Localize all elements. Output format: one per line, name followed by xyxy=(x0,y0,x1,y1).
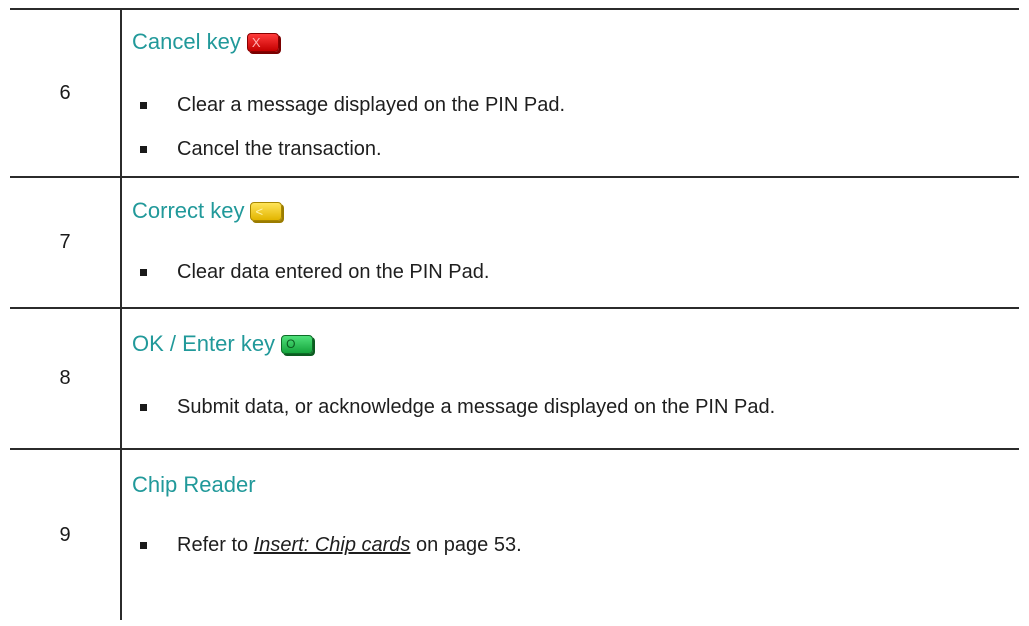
bullet-marker xyxy=(140,542,147,549)
list-item-text: Clear data entered on the PIN Pad. xyxy=(177,261,490,283)
bullet-marker xyxy=(140,404,147,411)
heading-text: Cancel key xyxy=(132,29,241,54)
table-row: 7 Correct key < Clear data entered on th… xyxy=(10,178,1019,309)
list-item: Refer to Insert: Chip cards on page 53. xyxy=(132,534,522,557)
reference-link[interactable]: Insert: Chip cards xyxy=(254,534,411,557)
row-number: 9 xyxy=(10,450,122,620)
heading-text: Chip Reader xyxy=(132,472,256,497)
reference-prefix: Refer to xyxy=(177,534,254,556)
list-item-text: Submit data, or acknowledge a message di… xyxy=(177,396,776,418)
bullet-marker xyxy=(140,269,147,276)
key-description-table: 6 Cancel key X Clear a message displayed… xyxy=(10,8,1019,620)
section-heading: Chip Reader xyxy=(132,472,256,498)
correct-key-icon: < xyxy=(250,201,283,221)
bullet-marker xyxy=(140,102,147,109)
cancel-key-icon: X xyxy=(246,32,279,52)
section-heading: OK / Enter key O xyxy=(132,331,314,357)
heading-text: Correct key xyxy=(132,198,245,223)
row-number: 6 xyxy=(10,10,122,176)
table-row: 9 Chip Reader Refer to Insert: Chip card… xyxy=(10,450,1019,620)
reference-suffix: on page 53. xyxy=(410,534,522,556)
heading-text: OK / Enter key xyxy=(132,331,276,356)
row-content: Chip Reader Refer to Insert: Chip cards … xyxy=(132,450,1009,620)
row-content: OK / Enter key O Submit data, or acknowl… xyxy=(132,309,1009,448)
bullet-marker xyxy=(140,146,147,153)
row-content: Correct key < Clear data entered on the … xyxy=(132,178,1009,307)
row-number: 8 xyxy=(10,309,122,448)
section-heading: Cancel key X xyxy=(132,29,279,55)
row-number: 7 xyxy=(10,178,122,307)
table-row: 8 OK / Enter key O Submit data, or ackno… xyxy=(10,309,1019,450)
list-item: Cancel the transaction. xyxy=(132,138,382,161)
list-item-text: Clear a message displayed on the PIN Pad… xyxy=(177,94,565,116)
list-item: Clear data entered on the PIN Pad. xyxy=(132,261,489,284)
list-item-text: Cancel the transaction. xyxy=(177,138,382,160)
row-content: Cancel key X Clear a message displayed o… xyxy=(132,10,1009,176)
section-heading: Correct key < xyxy=(132,198,283,224)
enter-key-icon: O xyxy=(281,334,314,354)
list-item: Clear a message displayed on the PIN Pad… xyxy=(132,94,565,117)
table-row: 6 Cancel key X Clear a message displayed… xyxy=(10,10,1019,178)
list-item: Submit data, or acknowledge a message di… xyxy=(132,396,775,419)
